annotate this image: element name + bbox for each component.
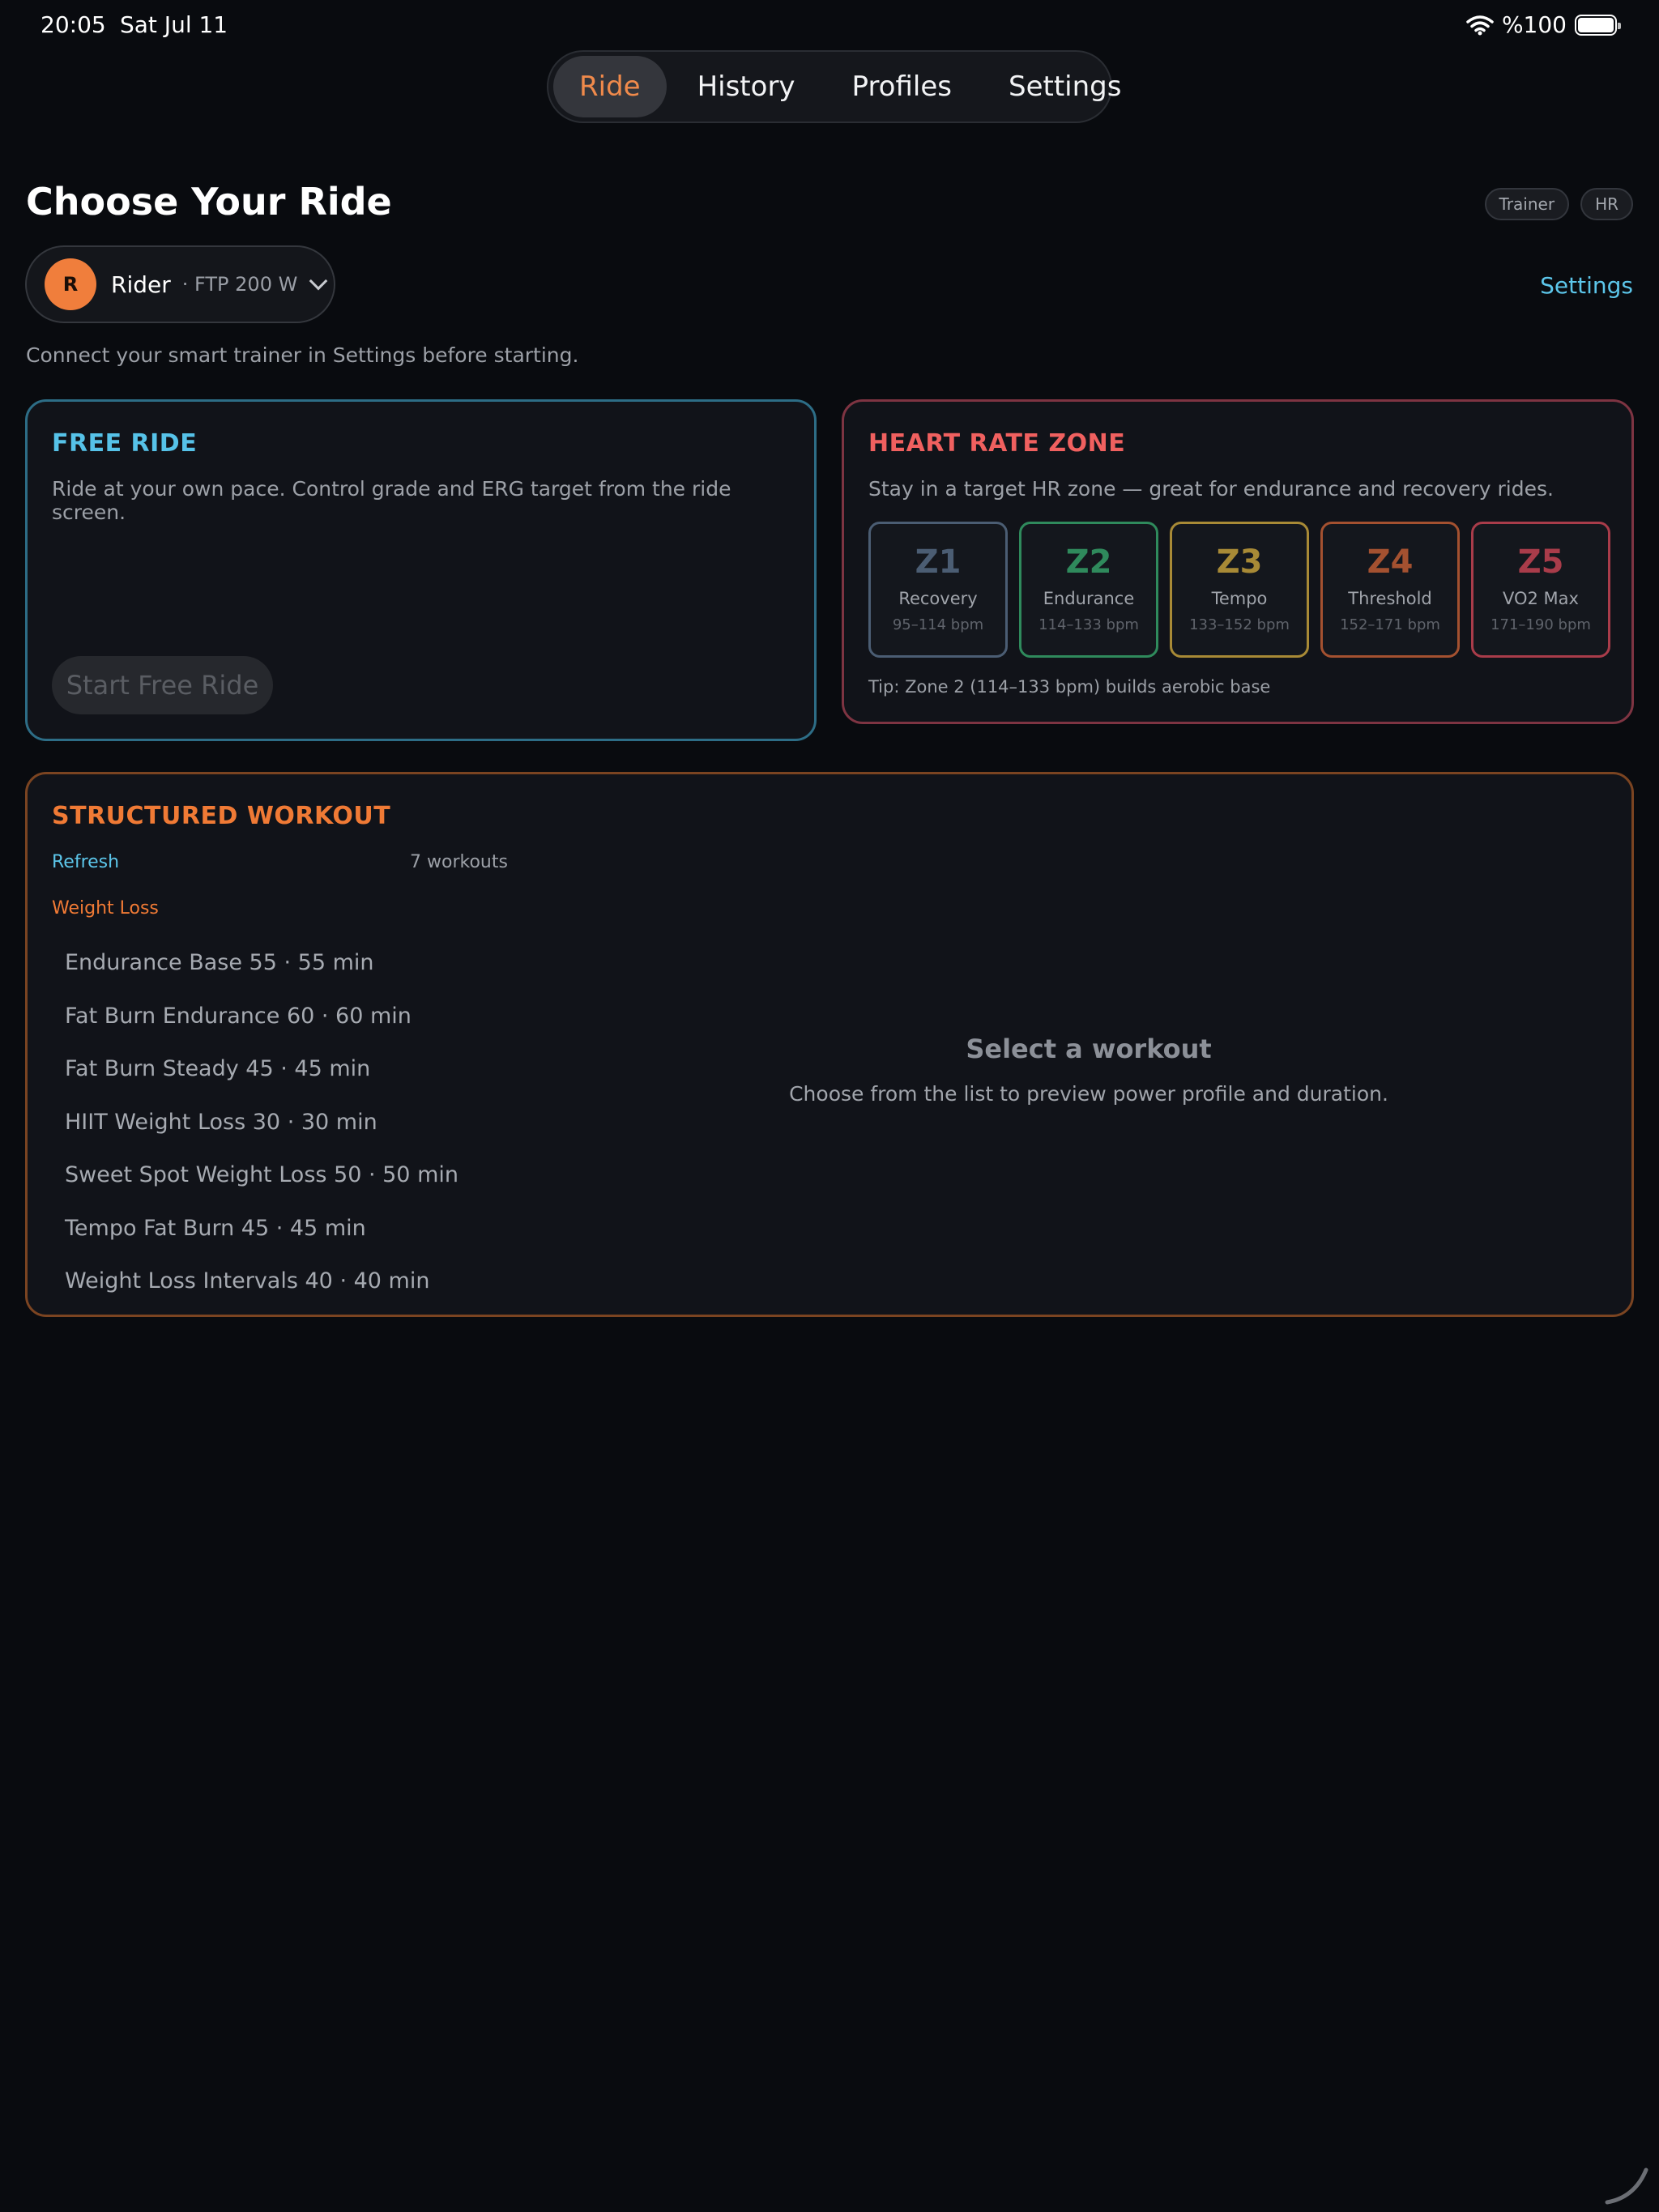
- hr-zone-list: Z1 Recovery 95–114 bpm Z2 Endurance 114–…: [868, 522, 1610, 658]
- tab-settings[interactable]: Settings: [983, 56, 1147, 117]
- zone-code: Z1: [915, 543, 962, 581]
- start-free-ride-button[interactable]: Start Free Ride: [52, 656, 273, 714]
- zone-code: Z5: [1517, 543, 1564, 581]
- zone-name: Tempo: [1211, 589, 1268, 608]
- zone-z3-button[interactable]: Z3 Tempo 133–152 bpm: [1170, 522, 1309, 658]
- zone-z2-button[interactable]: Z2 Endurance 114–133 bpm: [1019, 522, 1158, 658]
- battery-percentage: %100: [1501, 11, 1567, 38]
- workout-list-item[interactable]: Fat Burn Endurance 60 · 60 min: [65, 990, 458, 1043]
- structured-workout-title: STRUCTURED WORKOUT: [52, 802, 391, 830]
- tab-ride[interactable]: Ride: [553, 56, 667, 117]
- zone-range: 114–133 bpm: [1038, 616, 1139, 633]
- workout-count: 7 workouts: [410, 852, 508, 872]
- zone-code: Z2: [1065, 543, 1112, 581]
- zone-name: Threshold: [1348, 589, 1432, 608]
- page-title: Choose Your Ride: [26, 180, 392, 224]
- workout-list-item[interactable]: Sweet Spot Weight Loss 50 · 50 min: [65, 1149, 458, 1202]
- preview-subtitle: Choose from the list to preview power pr…: [789, 1082, 1388, 1106]
- battery-icon: [1575, 14, 1621, 36]
- main-tab-bar: Ride History Profiles Settings: [547, 50, 1121, 123]
- workout-list-item[interactable]: Weight Loss Intervals 40 · 40 min: [65, 1255, 458, 1308]
- trainer-status-badge: Trainer: [1484, 188, 1570, 220]
- refresh-button[interactable]: Refresh: [52, 852, 119, 872]
- zone-range: 95–114 bpm: [892, 616, 984, 633]
- rider-ftp: · FTP 200 W: [181, 273, 298, 296]
- zone-range: 171–190 bpm: [1491, 616, 1591, 633]
- settings-link[interactable]: Settings: [1540, 272, 1633, 299]
- zone-name: VO2 Max: [1503, 589, 1579, 608]
- hr-zone-description: Stay in a target HR zone — great for end…: [868, 477, 1554, 501]
- zone-name: Endurance: [1043, 589, 1135, 608]
- hr-zone-title: HEART RATE ZONE: [868, 429, 1126, 458]
- rider-name: Rider: [111, 271, 171, 298]
- rider-profile-selector[interactable]: R Rider · FTP 200 W: [25, 245, 335, 323]
- connection-pills: Trainer HR: [1484, 188, 1633, 220]
- zone-z1-button[interactable]: Z1 Recovery 95–114 bpm: [868, 522, 1008, 658]
- trainer-hint: Connect your smart trainer in Settings b…: [26, 343, 579, 367]
- zone-name: Recovery: [898, 589, 978, 608]
- status-date: Sat Jul 11: [120, 11, 228, 38]
- workout-list-item[interactable]: Endurance Base 55 · 55 min: [65, 936, 458, 990]
- hr-zone-tip: Tip: Zone 2 (114–133 bpm) builds aerobic…: [868, 677, 1271, 697]
- heart-rate-zone-card: HEART RATE ZONE Stay in a target HR zone…: [842, 399, 1634, 724]
- wifi-icon: [1466, 15, 1494, 35]
- workout-category-heading: Weight Loss: [52, 898, 159, 918]
- free-ride-title: FREE RIDE: [52, 429, 198, 458]
- status-bar: 20:05 Sat Jul 11 %100: [0, 0, 1659, 52]
- workout-preview-placeholder: Select a workout Choose from the list to…: [724, 1034, 1453, 1106]
- zone-range: 133–152 bpm: [1189, 616, 1290, 633]
- chevron-down-icon: [309, 271, 328, 291]
- zone-code: Z3: [1216, 543, 1263, 581]
- zone-z4-button[interactable]: Z4 Threshold 152–171 bpm: [1320, 522, 1460, 658]
- tab-profiles[interactable]: Profiles: [826, 56, 978, 117]
- workout-list: Endurance Base 55 · 55 min Fat Burn Endu…: [65, 936, 458, 1308]
- free-ride-card[interactable]: FREE RIDE Ride at your own pace. Control…: [25, 399, 817, 741]
- zone-range: 152–171 bpm: [1340, 616, 1440, 633]
- app-screen: 20:05 Sat Jul 11 %100 Ride History Profi…: [0, 0, 1659, 2212]
- status-time: 20:05: [41, 11, 106, 38]
- tab-history[interactable]: History: [672, 56, 821, 117]
- free-ride-description: Ride at your own pace. Control grade and…: [52, 477, 731, 524]
- workout-list-item[interactable]: Fat Burn Steady 45 · 45 min: [65, 1042, 458, 1096]
- zone-z5-button[interactable]: Z5 VO2 Max 171–190 bpm: [1471, 522, 1610, 658]
- status-indicators: %100: [1466, 11, 1621, 38]
- hr-status-badge: HR: [1580, 188, 1633, 220]
- workout-list-item[interactable]: HIIT Weight Loss 30 · 30 min: [65, 1096, 458, 1149]
- zone-code: Z4: [1367, 543, 1414, 581]
- workout-list-item[interactable]: Tempo Fat Burn 45 · 45 min: [65, 1202, 458, 1255]
- preview-title: Select a workout: [966, 1034, 1212, 1064]
- avatar: R: [45, 258, 96, 310]
- scroll-indicator-icon: [1605, 2167, 1648, 2205]
- structured-workout-card: STRUCTURED WORKOUT Refresh 7 workouts We…: [25, 772, 1634, 1317]
